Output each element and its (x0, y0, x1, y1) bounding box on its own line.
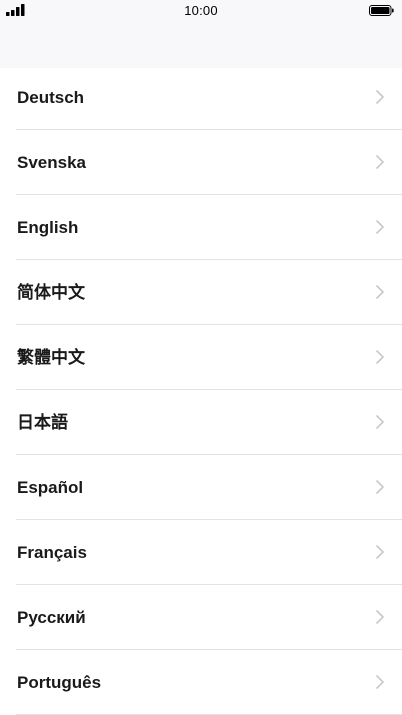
chevron-right-icon (376, 155, 384, 169)
language-label: Português (17, 673, 102, 692)
status-time: 10:00 (184, 3, 218, 18)
language-row-espanol[interactable]: Español (0, 455, 402, 520)
battery-full-icon (369, 5, 394, 16)
chevron-right-icon (376, 415, 384, 429)
chevron-right-icon (376, 545, 384, 559)
language-label: 繁體中文 (17, 348, 85, 367)
language-row-simplified-chinese[interactable]: 简体中文 (0, 260, 402, 325)
chevron-right-icon (376, 220, 384, 234)
chevron-right-icon (376, 610, 384, 624)
language-label: Español (17, 478, 84, 497)
chevron-right-icon (376, 90, 384, 104)
language-label: Français (17, 543, 87, 562)
language-row-russian[interactable]: Русский (0, 585, 402, 650)
chevron-right-icon (376, 675, 384, 689)
language-row-japanese[interactable]: 日本語 (0, 390, 402, 455)
language-row-portugues[interactable]: Português (0, 650, 402, 715)
language-row-traditional-chinese[interactable]: 繁體中文 (0, 325, 402, 390)
language-selection-screen: 10:00 Deutsch Svenska English 简体中文 繁體中文 … (0, 0, 402, 715)
language-label: Deutsch (17, 88, 85, 107)
language-label: English (17, 218, 79, 237)
language-label: Русский (17, 608, 86, 627)
language-label: 简体中文 (17, 283, 85, 302)
language-label: 日本語 (17, 413, 68, 432)
chevron-right-icon (376, 285, 384, 299)
language-row-svenska[interactable]: Svenska (0, 130, 402, 195)
language-label: Svenska (17, 153, 86, 172)
status-bar: 10:00 (0, 0, 402, 22)
language-row-deutsch[interactable]: Deutsch (0, 65, 402, 130)
language-list: Deutsch Svenska English 简体中文 繁體中文 日本語 Es… (0, 65, 402, 715)
chevron-right-icon (376, 480, 384, 494)
language-row-english[interactable]: English (0, 195, 402, 260)
chevron-right-icon (376, 350, 384, 364)
language-row-francais[interactable]: Français (0, 520, 402, 585)
